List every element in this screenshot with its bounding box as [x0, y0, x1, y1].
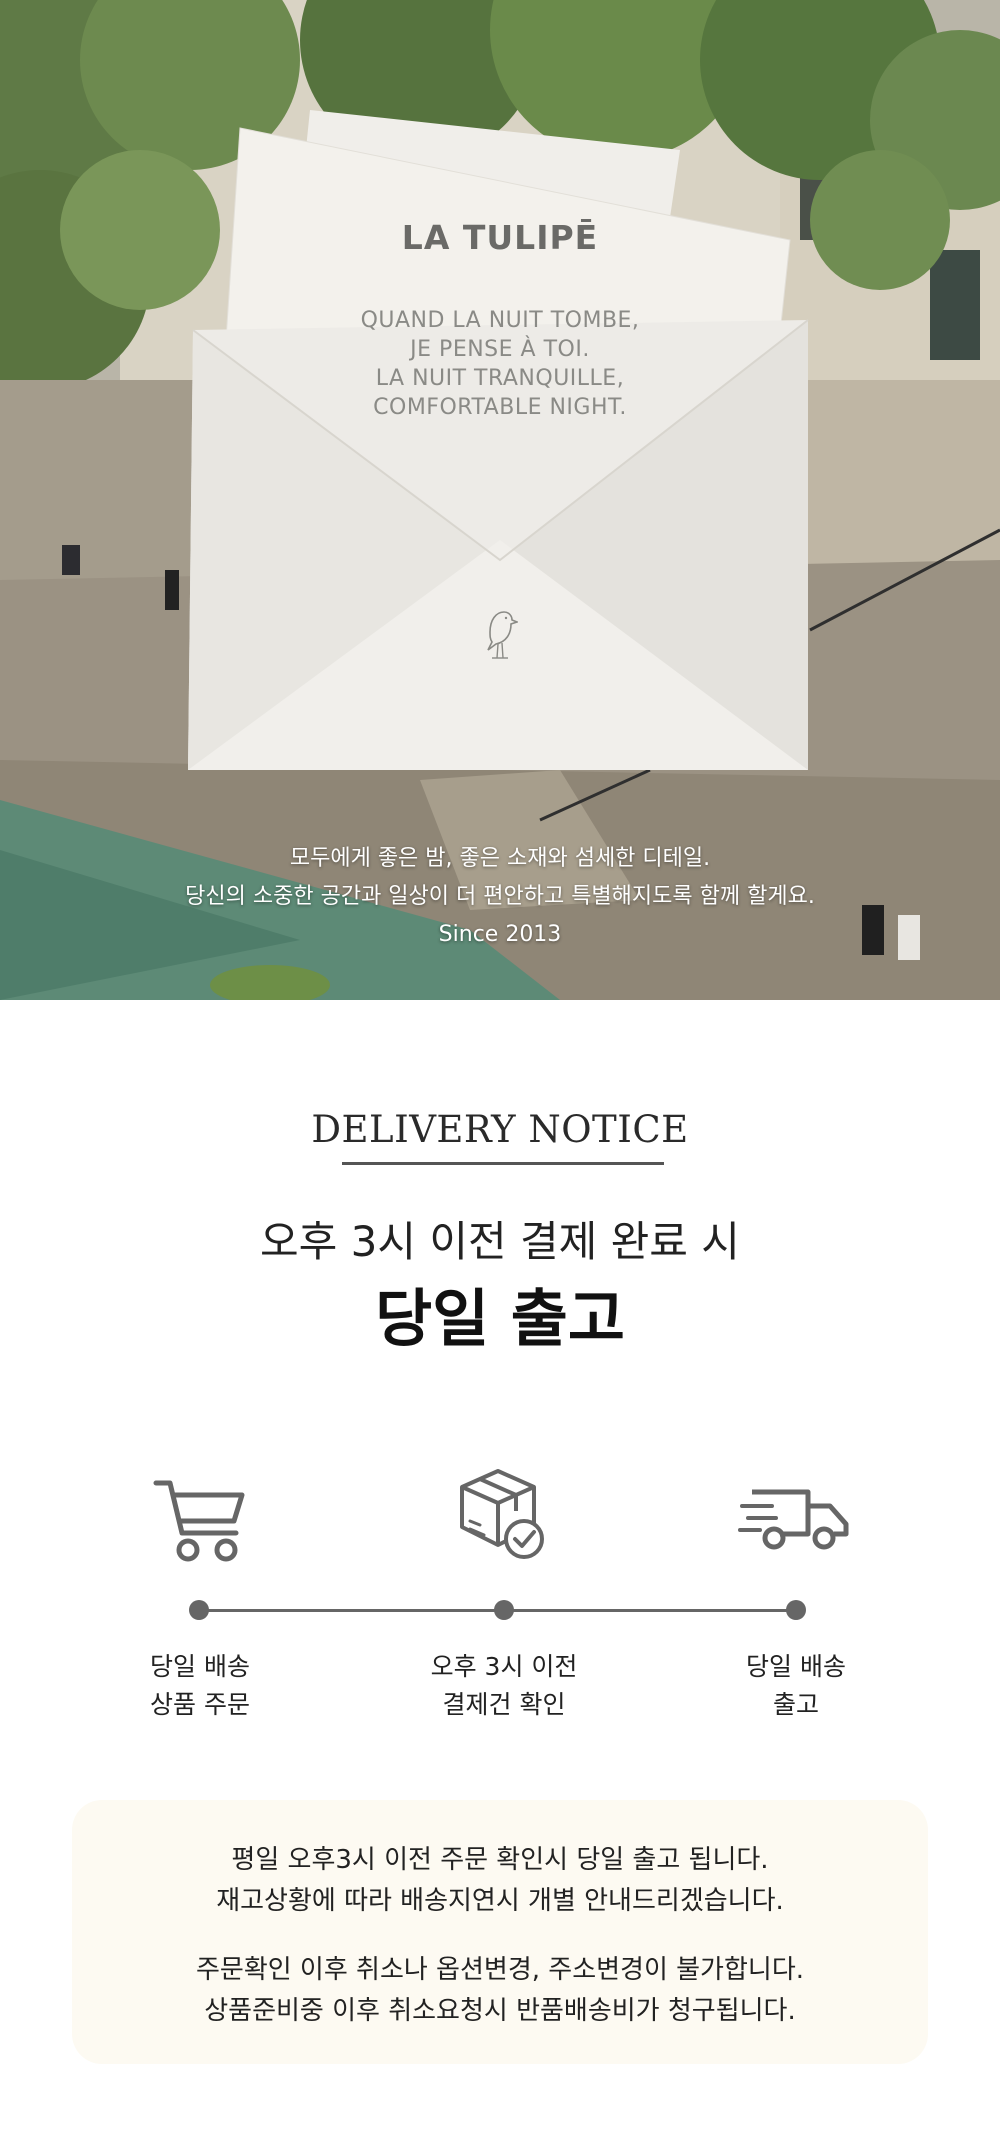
- timeline-dot: [494, 1600, 514, 1620]
- package-check-icon: [460, 1469, 544, 1559]
- step-label-order: 당일 배송 상품 주문: [50, 1648, 350, 1724]
- title-underline: [342, 1162, 664, 1165]
- info-paragraph: 주문확인 이후 취소나 옵션변경, 주소변경이 불가합니다. 상품준비중 이후 …: [72, 1950, 928, 2032]
- caption-line: 당신의 소중한 공간과 일상이 더 편안하고 특별해지도록 함께 할게요.: [185, 884, 815, 909]
- step-label-line: 결제건 확인: [442, 1690, 566, 1719]
- timeline-dot: [189, 1600, 209, 1620]
- timeline-dot: [786, 1600, 806, 1620]
- info-box: 평일 오후3시 이전 주문 확인시 당일 출고 됩니다. 재고상황에 따라 배송…: [72, 1800, 928, 2064]
- poem-text: QUAND LA NUIT TOMBE, JE PENSE À TOI. LA …: [0, 306, 1000, 422]
- info-line: 주문확인 이후 취소나 옵션변경, 주소변경이 불가합니다.: [195, 1955, 804, 1985]
- poem-line: COMFORTABLE NIGHT.: [373, 395, 627, 420]
- cart-icon: [153, 1480, 245, 1562]
- hero-caption: 모두에게 좋은 밤, 좋은 소재와 섬세한 디테일. 당신의 소중한 공간과 일…: [0, 840, 1000, 954]
- step-label-line: 당일 배송: [150, 1652, 250, 1681]
- poem-line: JE PENSE À TOI.: [410, 337, 590, 362]
- brand-logo: LA TULIPĒ: [401, 218, 599, 257]
- step-label-line: 오후 3시 이전: [430, 1652, 578, 1681]
- step-label-shipping: 당일 배송 출고: [646, 1648, 946, 1724]
- caption-line: 모두에게 좋은 밤, 좋은 소재와 섬세한 디테일.: [289, 846, 711, 871]
- notice-headline: 당일 출고: [375, 1282, 625, 1355]
- info-paragraph: 평일 오후3시 이전 주문 확인시 당일 출고 됩니다. 재고상황에 따라 배송…: [72, 1840, 928, 1922]
- step-label-line: 출고: [772, 1690, 819, 1719]
- poem-line: LA NUIT TRANQUILLE,: [375, 366, 625, 391]
- info-line: 평일 오후3시 이전 주문 확인시 당일 출고 됩니다.: [231, 1845, 769, 1875]
- notice-subtitle: 오후 3시 이전 결제 완료 시: [260, 1217, 740, 1266]
- hero-banner: LA TULIPĒ QUAND LA NUIT TOMBE, JE PENSE …: [0, 0, 1000, 1000]
- info-line: 상품준비중 이후 취소요청시 반품배송비가 청구됩니다.: [204, 1996, 796, 2026]
- step-label-line: 당일 배송: [746, 1652, 846, 1681]
- delivery-truck-icon: [738, 1489, 849, 1550]
- poem-line: QUAND LA NUIT TOMBE,: [360, 308, 640, 333]
- step-label-payment: 오후 3시 이전 결제건 확인: [354, 1648, 654, 1724]
- delivery-notice-title: DELIVERY NOTICE: [311, 1108, 689, 1151]
- bird-icon: [487, 611, 518, 659]
- caption-since: Since 2013: [438, 922, 562, 947]
- info-line: 재고상황에 따라 배송지연시 개별 안내드리겠습니다.: [216, 1886, 784, 1916]
- step-label-line: 상품 주문: [150, 1690, 250, 1719]
